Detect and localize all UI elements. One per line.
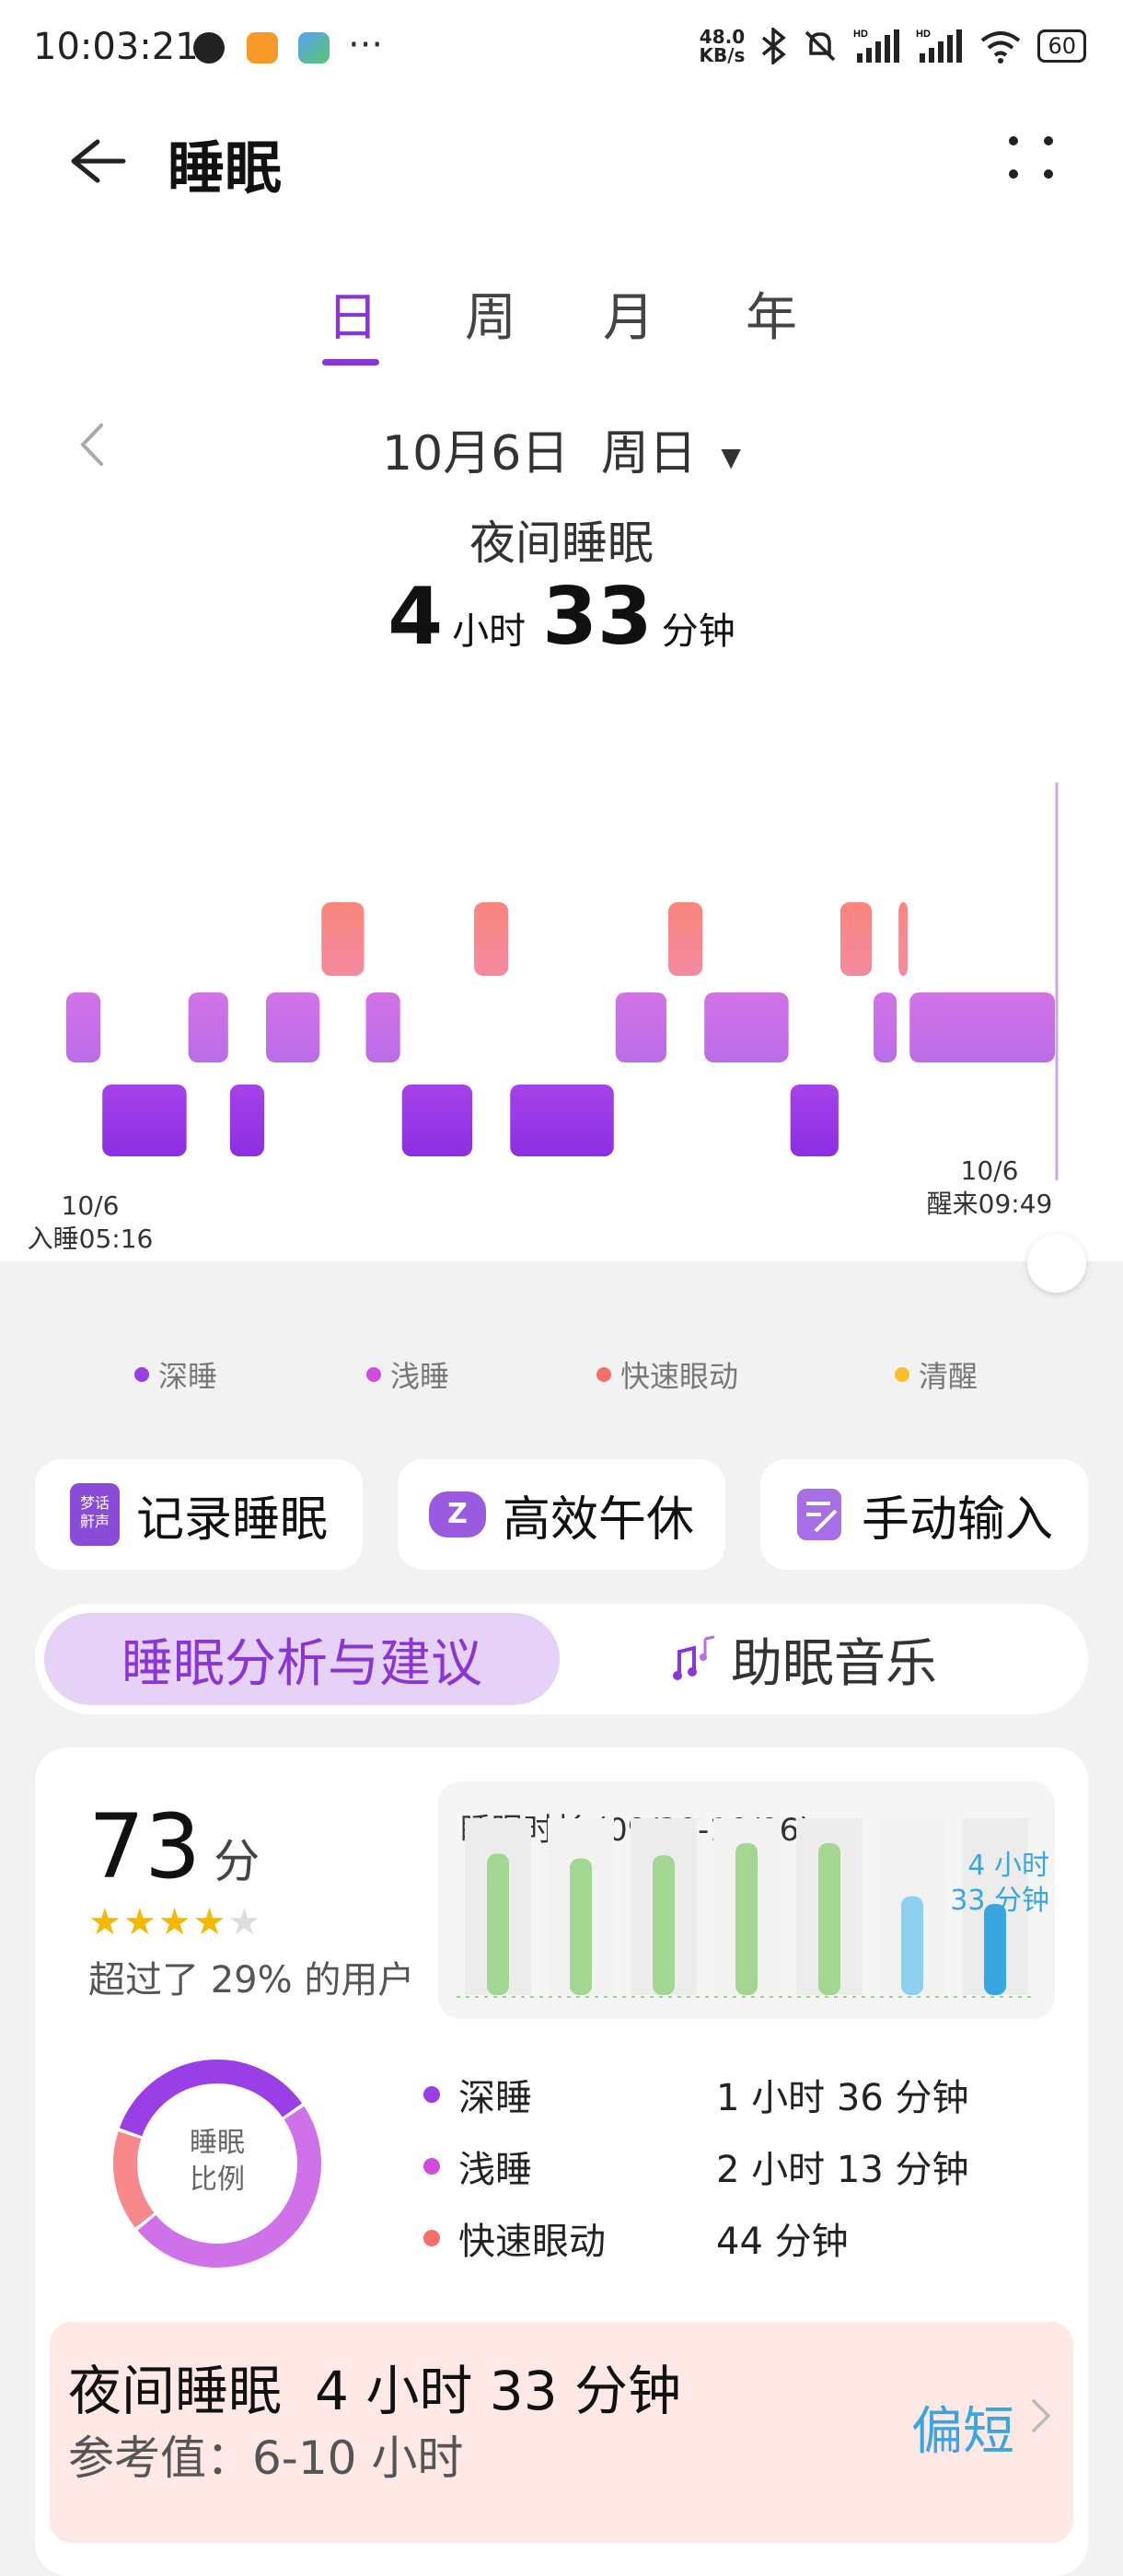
legend-awake: 清醒	[895, 1353, 978, 1396]
back-arrow-icon[interactable]	[64, 129, 129, 193]
sleep-segment-16	[898, 902, 909, 976]
sleep-segment-10	[615, 992, 667, 1062]
sleep-segment-17	[909, 992, 1055, 1062]
wake-end-label: 10/6 醒来09:49	[926, 1155, 1053, 1219]
sleep-segment-9	[510, 1085, 614, 1156]
chart-scrubber-handle[interactable]	[1027, 1234, 1086, 1293]
battery-icon: 60	[1037, 29, 1086, 63]
sleep-segment-0	[66, 992, 101, 1062]
manual-input-button[interactable]: 手动输入	[760, 1459, 1088, 1570]
sleep-segment-5	[321, 902, 365, 976]
signal-icon: HD	[853, 29, 900, 63]
legend-deep: 深睡	[134, 1353, 217, 1396]
legend-dot	[895, 1367, 909, 1382]
efficient-nap-button[interactable]: Z 高效午休	[398, 1459, 725, 1570]
legend-light: 浅睡	[366, 1353, 449, 1396]
svg-text:HD: HD	[853, 29, 868, 40]
segment-sleep-music[interactable]: 助眠音乐	[672, 1613, 1040, 1705]
sleep-segment-8	[474, 902, 509, 976]
svg-text:HD: HD	[916, 29, 931, 40]
sleep-score: 73 分	[88, 1795, 260, 1898]
legend-rem: 快速眼动	[596, 1353, 738, 1396]
duration-bar	[570, 1858, 592, 1995]
dream-talk-icon: 梦话 鼾声	[69, 1483, 120, 1546]
ratio-arc	[119, 2060, 303, 2137]
sleep-segment-7	[401, 1085, 473, 1156]
sleep-start-label: 10/6 入睡05:16	[27, 1190, 154, 1254]
date-label: 10月6日	[382, 426, 570, 482]
score-stars: ★★★★★	[88, 1901, 263, 1944]
status-more: ···	[348, 24, 384, 66]
clock-icon	[193, 32, 225, 64]
tab-year[interactable]: 年	[746, 276, 797, 351]
sleep-segment-2	[188, 992, 228, 1062]
app-icon	[247, 32, 278, 64]
more-menu-icon[interactable]	[1003, 129, 1059, 184]
summary-evaluation: 偏短	[911, 2402, 1014, 2462]
nap-icon: Z	[428, 1491, 486, 1537]
status-icons: 48.0 KB/s HD HD 60	[699, 26, 1086, 66]
record-sleep-button[interactable]: 梦话 鼾声 记录睡眠	[35, 1459, 363, 1570]
segment-sleep-analysis[interactable]: 睡眠分析与建议	[44, 1613, 560, 1705]
manual-input-icon	[796, 1489, 841, 1540]
weekday-label: 周日	[600, 426, 697, 482]
breakdown-light: 浅睡	[423, 2140, 532, 2193]
sleep-segment-15	[874, 992, 897, 1062]
breakdown-rem-value: 44 分钟	[716, 2221, 849, 2263]
wifi-icon	[981, 31, 1021, 64]
score-comparison: 超过了 29% 的用户	[88, 1959, 415, 2002]
tab-week[interactable]: 周	[465, 276, 516, 351]
sleep-segment-1	[102, 1085, 187, 1156]
breakdown-rem: 快速眼动	[423, 2211, 606, 2265]
dropdown-arrow-icon: ▼	[721, 441, 741, 472]
chevron-right-icon	[1032, 2399, 1051, 2432]
gallery-icon	[298, 32, 330, 64]
ratio-label: 睡眠 比例	[190, 2127, 245, 2196]
tab-month[interactable]: 月	[603, 276, 654, 351]
sleep-segment-14	[839, 902, 873, 976]
signal-icon: HD	[916, 29, 963, 63]
duration-bar	[653, 1855, 675, 1995]
music-note-icon	[673, 1635, 715, 1680]
duration-current-label: 4 小时 33 分钟	[950, 1850, 1049, 1917]
duration-bar	[735, 1843, 758, 1995]
sleep-segment-11	[668, 902, 703, 976]
duration-bar	[818, 1843, 840, 1995]
status-time: 10:03:21	[33, 26, 199, 68]
sleep-segment-13	[790, 1085, 839, 1156]
tab-day[interactable]: 日	[327, 276, 378, 351]
legend-dot	[366, 1367, 381, 1382]
mute-icon	[805, 30, 836, 62]
sleep-segment-12	[704, 992, 789, 1062]
sleep-segment-6	[365, 992, 400, 1062]
net-speed: 48.0 KB/s	[699, 26, 746, 66]
sleep-type-label: 夜间睡眠	[469, 516, 654, 570]
sleep-segment-4	[266, 992, 320, 1062]
bluetooth-icon	[762, 28, 787, 64]
summary-title: 夜间睡眠 4 小时 33 分钟	[68, 2360, 682, 2422]
duration-bar	[487, 1853, 509, 1995]
legend-dot	[134, 1367, 149, 1382]
breakdown-deep: 深睡	[423, 2068, 532, 2121]
tab-indicator	[322, 359, 379, 366]
sleep-segment-3	[229, 1085, 265, 1156]
sleep-duration: 4 小时 33 分钟	[388, 571, 735, 663]
legend-dot	[596, 1367, 611, 1382]
date-picker[interactable]: 10月6日 周日 ▼	[0, 414, 1123, 483]
page-title: 睡眠	[168, 134, 283, 202]
summary-reference: 参考值：6-10 小时	[68, 2431, 464, 2485]
breakdown-light-value: 2 小时 13 分钟	[716, 2149, 969, 2191]
ratio-arc	[113, 2131, 155, 2228]
breakdown-deep-value: 1 小时 36 分钟	[716, 2077, 969, 2119]
